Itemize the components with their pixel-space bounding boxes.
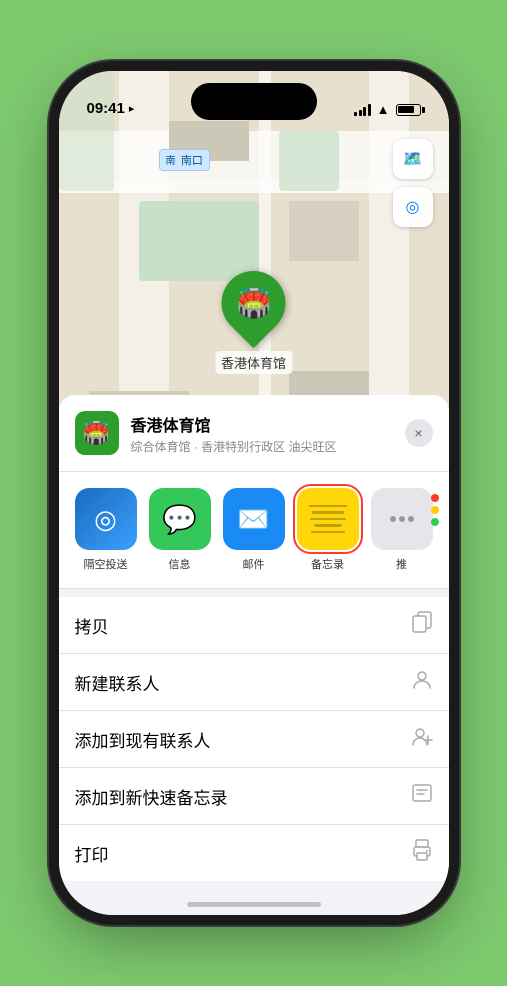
new-contact-icon (411, 668, 433, 696)
copy-icon (411, 611, 433, 639)
share-row: ◎ 隔空投送 💬 信息 ✉️ 邮件 (59, 472, 449, 589)
share-messages[interactable]: 💬 信息 (149, 488, 211, 572)
print-label: 打印 (75, 841, 109, 866)
south-exit-icon: 南 (166, 156, 176, 167)
add-existing-label: 添加到现有联系人 (75, 727, 211, 752)
bottom-sheet: 🏟️ 香港体育馆 综合体育馆 · 香港特别行政区 油尖旺区 × ◎ 隔空投送 (59, 395, 449, 915)
action-print[interactable]: 打印 (59, 825, 449, 881)
share-mail[interactable]: ✉️ 邮件 (223, 488, 285, 572)
more-label: 推 (396, 556, 407, 572)
action-add-notes[interactable]: 添加到新快速备忘录 (59, 768, 449, 825)
compass-icon: ◎ (406, 197, 420, 217)
location-arrow-icon: ▸ (129, 102, 135, 115)
mail-symbol: ✉️ (237, 504, 269, 535)
place-name: 香港体育馆 (131, 412, 393, 436)
home-indicator (187, 902, 321, 907)
location-button[interactable]: ◎ (393, 187, 433, 227)
pin-circle: 🏟️ (208, 258, 299, 349)
place-icon: 🏟️ (75, 411, 119, 455)
wifi-icon: ▲ (377, 102, 390, 117)
mail-icon: ✉️ (223, 488, 285, 550)
map-type-button[interactable]: 🗺️ (393, 139, 433, 179)
status-time: 09:41 (87, 100, 125, 117)
close-icon: × (414, 425, 422, 441)
messages-symbol: 💬 (162, 503, 197, 536)
share-more[interactable]: 推 (371, 488, 433, 572)
more-icon (371, 488, 433, 550)
stadium-pin[interactable]: 🏟️ 香港体育馆 (215, 271, 292, 374)
mail-label: 邮件 (243, 556, 265, 572)
south-exit-text: 南口 (181, 155, 203, 167)
battery-icon (396, 104, 421, 116)
airdrop-icon: ◎ (75, 488, 137, 550)
add-notes-label: 添加到新快速备忘录 (75, 784, 228, 809)
place-subtitle: 综合体育馆 · 香港特别行政区 油尖旺区 (131, 438, 393, 455)
add-contact-icon (411, 725, 433, 753)
stadium-label: 香港体育馆 (215, 351, 292, 374)
notes-quick-icon (411, 782, 433, 810)
copy-label: 拷贝 (75, 613, 109, 638)
messages-icon: 💬 (149, 488, 211, 550)
map-type-icon: 🗺️ (403, 149, 423, 169)
airdrop-label: 隔空投送 (84, 556, 128, 572)
print-icon (411, 839, 433, 867)
phone-frame: 09:41 ▸ ▲ (59, 71, 449, 915)
dynamic-island (191, 83, 317, 120)
notes-label: 备忘录 (311, 556, 344, 572)
place-info: 香港体育馆 综合体育馆 · 香港特别行政区 油尖旺区 (131, 412, 393, 455)
airdrop-symbol: ◎ (94, 504, 117, 535)
messages-label: 信息 (169, 556, 191, 572)
action-new-contact[interactable]: 新建联系人 (59, 654, 449, 711)
map-south-exit-label: 南 南口 (159, 149, 210, 171)
action-list: 拷贝 新建联系人 (59, 597, 449, 881)
stadium-icon: 🏟️ (236, 287, 271, 320)
close-button[interactable]: × (405, 419, 433, 447)
notes-icon (297, 488, 359, 550)
action-copy[interactable]: 拷贝 (59, 597, 449, 654)
signal-bars-icon (354, 104, 371, 116)
share-notes[interactable]: 备忘录 (297, 488, 359, 572)
status-icons: ▲ (354, 102, 420, 117)
stadium-pin-icon: 🏟️ (83, 420, 110, 446)
new-contact-label: 新建联系人 (75, 670, 160, 695)
share-airdrop[interactable]: ◎ 隔空投送 (75, 488, 137, 572)
place-header: 🏟️ 香港体育馆 综合体育馆 · 香港特别行政区 油尖旺区 × (59, 395, 449, 472)
action-add-existing[interactable]: 添加到现有联系人 (59, 711, 449, 768)
